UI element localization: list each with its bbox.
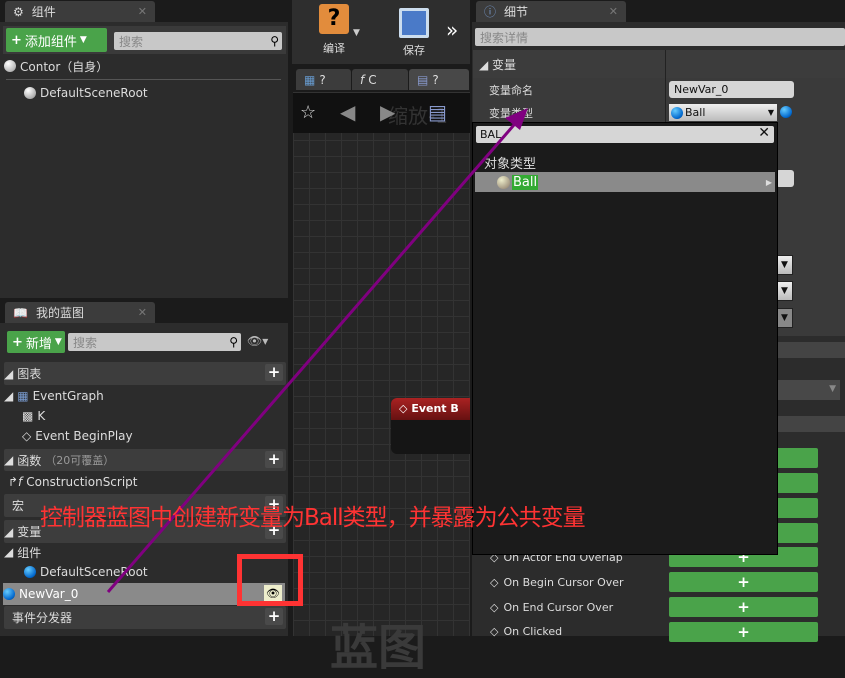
annotation-arrow — [106, 108, 528, 593]
annotation-text: 控制器蓝图中创建新变量为Ball类型，并暴露为公共变量 — [40, 505, 586, 531]
highlight-box — [237, 554, 303, 606]
arrow-head — [505, 108, 528, 130]
